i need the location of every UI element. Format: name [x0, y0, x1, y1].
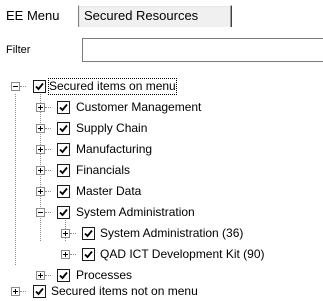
tree-connector	[45, 107, 51, 108]
tree-node-label[interactable]: Manufacturing	[75, 141, 153, 158]
expand-icon[interactable]	[36, 145, 45, 154]
checkbox-checked-icon[interactable]	[57, 164, 70, 177]
checkbox-checked-icon[interactable]	[82, 248, 95, 261]
tree-node-qad-ict-development-kit[interactable]: QAD ICT Development Kit (90)	[0, 246, 323, 264]
tree-connector	[70, 254, 76, 255]
tree-node-secured-on-menu[interactable]: Secured items on menu	[0, 78, 323, 96]
filter-input[interactable]	[82, 38, 323, 62]
expand-icon[interactable]	[36, 271, 45, 280]
tree-node-label[interactable]: QAD ICT Development Kit (90)	[99, 246, 266, 263]
tree-node-label[interactable]: Master Data	[75, 183, 142, 200]
checkbox-checked-icon[interactable]	[57, 269, 70, 282]
tree-node-label[interactable]: System Administration (36)	[99, 225, 244, 242]
security-tree: Secured items on menu Customer Managemen…	[0, 78, 323, 298]
tree-node-label[interactable]: Customer Management	[75, 99, 202, 116]
tree-connector	[20, 291, 26, 292]
expand-icon[interactable]	[36, 187, 45, 196]
checkbox-checked-icon[interactable]	[57, 101, 70, 114]
tree-node-master-data[interactable]: Master Data	[0, 183, 323, 201]
tree-node-label[interactable]: System Administration	[75, 204, 196, 221]
tree-node-customer-management[interactable]: Customer Management	[0, 99, 323, 117]
expand-icon[interactable]	[36, 166, 45, 175]
tree-node-system-administration[interactable]: System Administration	[0, 204, 323, 222]
expand-icon[interactable]	[61, 229, 70, 238]
tree-node-label[interactable]: Supply Chain	[75, 120, 148, 137]
tab-bar: EE Menu Secured Resources	[0, 0, 323, 28]
tree-node-supply-chain[interactable]: Supply Chain	[0, 120, 323, 138]
tree-connector	[20, 86, 26, 87]
tab-divider	[78, 27, 323, 28]
checkbox-checked-icon[interactable]	[57, 143, 70, 156]
expand-icon[interactable]	[36, 124, 45, 133]
tree-node-financials[interactable]: Financials	[0, 162, 323, 180]
checkbox-checked-icon[interactable]	[57, 185, 70, 198]
expand-icon[interactable]	[61, 250, 70, 259]
tree-connector	[70, 233, 76, 234]
tree-connector	[45, 170, 51, 171]
tree-connector	[45, 191, 51, 192]
expand-icon[interactable]	[11, 287, 20, 296]
checkbox-checked-icon[interactable]	[57, 206, 70, 219]
tree-node-secured-not-on-menu[interactable]: Secured items not on menu	[0, 283, 323, 301]
checkbox-checked-icon[interactable]	[33, 285, 46, 298]
tree-node-label[interactable]: Secured items on menu	[48, 78, 177, 95]
tree-node-system-administration-36[interactable]: System Administration (36)	[0, 225, 323, 243]
expand-icon[interactable]	[36, 103, 45, 112]
checkbox-checked-icon[interactable]	[57, 122, 70, 135]
tree-node-label[interactable]: Financials	[75, 162, 131, 179]
tree-connector	[45, 149, 51, 150]
collapse-icon[interactable]	[36, 208, 45, 217]
checkbox-checked-icon[interactable]	[33, 80, 46, 93]
tree-connector	[45, 275, 51, 276]
tree-node-label[interactable]: Processes	[75, 267, 133, 284]
tree-node-label[interactable]: Secured items not on menu	[50, 283, 199, 300]
filter-label: Filter	[6, 44, 31, 56]
tab-ee-menu[interactable]: EE Menu	[0, 4, 66, 28]
checkbox-checked-icon[interactable]	[82, 227, 95, 240]
tab-secured-resources[interactable]: Secured Resources	[78, 5, 232, 27]
tree-connector	[45, 212, 51, 213]
tree-node-manufacturing[interactable]: Manufacturing	[0, 141, 323, 159]
collapse-icon[interactable]	[11, 82, 20, 91]
tree-connector	[45, 128, 51, 129]
